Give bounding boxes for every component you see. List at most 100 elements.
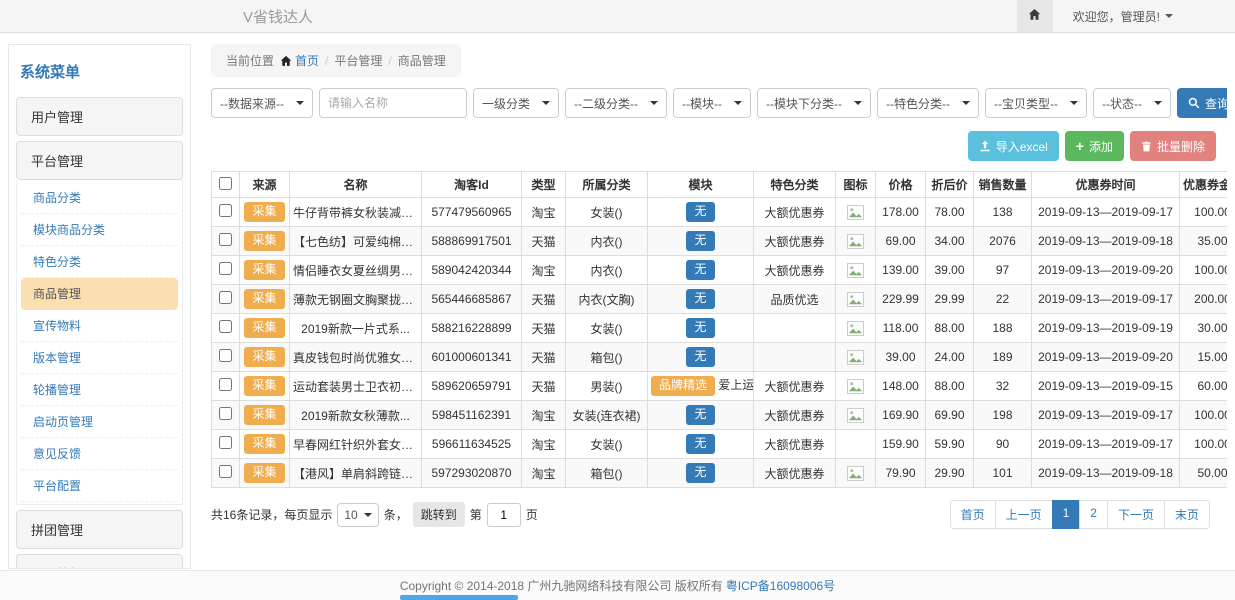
page-button[interactable]: 末页 xyxy=(1164,500,1210,529)
row-checkbox[interactable] xyxy=(219,291,232,304)
cell-type: 天猫 xyxy=(522,314,566,343)
sidebar-group-users[interactable]: 用户管理 xyxy=(16,97,183,136)
filter-select[interactable]: 一级分类 xyxy=(473,88,559,118)
cell-category: 女装() xyxy=(566,430,648,459)
page-button[interactable]: 上一页 xyxy=(995,500,1053,529)
magnifier-icon xyxy=(1188,97,1200,109)
breadcrumb-home-link[interactable]: 首页 xyxy=(280,52,319,69)
chevron-down-icon xyxy=(542,101,550,105)
module-none-badge: 无 xyxy=(686,260,714,280)
table-row: 采集 薄款无钢圈文胸聚拢性... 565446685867 天猫 内衣(文胸) … xyxy=(212,285,1228,314)
row-checkbox[interactable] xyxy=(219,465,232,478)
page-button[interactable]: 1 xyxy=(1052,500,1081,529)
horizontal-scrollbar-thumb[interactable] xyxy=(400,595,518,600)
cell-price: 148.00 xyxy=(876,372,926,401)
cell-taoke-id: 588869917501 xyxy=(422,227,522,256)
cell-type: 淘宝 xyxy=(522,459,566,488)
cell-feature xyxy=(754,343,836,372)
page-button[interactable]: 2 xyxy=(1079,500,1108,529)
batch-delete-button[interactable]: 批量删除 xyxy=(1130,131,1216,161)
home-button[interactable] xyxy=(1017,0,1053,32)
cell-coupon-amount: 30.00 xyxy=(1180,314,1228,343)
table-header-cell xyxy=(212,172,240,198)
sidebar-group[interactable]: 拼团管理 xyxy=(16,510,183,549)
sidebar-subitem[interactable]: 特色分类 xyxy=(21,246,178,278)
row-checkbox[interactable] xyxy=(219,349,232,362)
user-menu[interactable]: 欢迎您，管理员! xyxy=(1053,0,1235,32)
jump-page-input[interactable] xyxy=(487,503,521,527)
sidebar-subitem[interactable]: 模块商品分类 xyxy=(21,214,178,246)
sidebar-subitem[interactable]: 宣传物料 xyxy=(21,310,178,342)
cell-coupon-time: 2019-09-13—2019-09-17 xyxy=(1032,401,1180,430)
cell-taoke-id: 596611634525 xyxy=(422,430,522,459)
cell-name: 真皮钱包时尚优雅女士... xyxy=(290,343,422,372)
breadcrumb-level1: 平台管理 xyxy=(334,52,382,69)
row-checkbox[interactable] xyxy=(219,436,232,449)
cell-discount-price: 24.00 xyxy=(926,343,974,372)
cell-category: 内衣(文胸) xyxy=(566,285,648,314)
cell-category: 女装(连衣裙) xyxy=(566,401,648,430)
cell-sales: 32 xyxy=(974,372,1032,401)
data-source-select[interactable]: --数据来源-- xyxy=(211,88,313,118)
search-button[interactable]: 查询 xyxy=(1177,88,1227,118)
page-layout: 系统菜单 用户管理 平台管理 商品分类 模块商品分类 特色分类 商品管理 宣传物… xyxy=(0,33,1235,569)
cell-price: 159.90 xyxy=(876,430,926,459)
jump-to-button[interactable]: 跳转到 xyxy=(413,502,465,527)
page-button[interactable]: 下一页 xyxy=(1107,500,1165,529)
cell-category: 箱包() xyxy=(566,459,648,488)
filter-select[interactable]: --二级分类-- xyxy=(565,88,667,118)
sidebar-subitem[interactable]: 启动页管理 xyxy=(21,406,178,438)
products-table: 来源 名称 淘客Id 类型 所属分类 模 xyxy=(211,171,1227,488)
filter-select[interactable]: --模块-- xyxy=(673,88,751,118)
row-checkbox[interactable] xyxy=(219,204,232,217)
sidebar-subitem[interactable]: 版本管理 xyxy=(21,342,178,374)
module-none-badge: 无 xyxy=(686,405,714,425)
cell-price: 79.90 xyxy=(876,459,926,488)
page-button[interactable]: 首页 xyxy=(950,500,996,529)
table-header-cell: 模块 xyxy=(648,172,754,198)
row-checkbox[interactable] xyxy=(219,320,232,333)
sidebar-subitem[interactable]: 轮播管理 xyxy=(21,374,178,406)
sidebar-group-platform[interactable]: 平台管理 xyxy=(16,141,183,180)
module-none-badge: 无 xyxy=(686,318,714,338)
name-search-input[interactable] xyxy=(319,88,467,118)
import-excel-button[interactable]: 导入excel xyxy=(968,131,1059,161)
cell-discount-price: 29.90 xyxy=(926,459,974,488)
cell-sales: 22 xyxy=(974,285,1032,314)
filter-select[interactable]: --特色分类-- xyxy=(877,88,979,118)
topbar-right: 欢迎您，管理员! xyxy=(1017,0,1235,32)
cell-coupon-amount: 35.00 xyxy=(1180,227,1228,256)
filter-select[interactable]: --状态-- xyxy=(1093,88,1171,118)
source-badge: 采集 xyxy=(244,376,284,396)
sidebar-subitem[interactable]: 商品分类 xyxy=(21,182,178,214)
sidebar-group[interactable]: 省惠快报 xyxy=(16,554,183,569)
sidebar-subitem[interactable]: 商品管理 xyxy=(21,278,178,310)
add-button[interactable]: + 添加 xyxy=(1065,131,1124,161)
filter-select[interactable]: --宝贝类型-- xyxy=(985,88,1087,118)
cell-coupon-time: 2019-09-13—2019-09-17 xyxy=(1032,430,1180,459)
icp-link[interactable]: 粤ICP备16098006号 xyxy=(726,577,835,594)
cell-taoke-id: 598451162391 xyxy=(422,401,522,430)
cell-name: 2019新款一片式系... xyxy=(290,314,422,343)
row-checkbox[interactable] xyxy=(219,233,232,246)
table-row: 采集 【港风】单肩斜跨链条... 597293020870 淘宝 箱包() 无 … xyxy=(212,459,1228,488)
filter-select[interactable]: --模块下分类-- xyxy=(757,88,871,118)
cell-module: 无 xyxy=(648,256,754,285)
sidebar-subitem[interactable]: 意见反馈 xyxy=(21,438,178,470)
cell-name: 2019新款女秋薄款... xyxy=(290,401,422,430)
cell-coupon-amount: 100.00 xyxy=(1180,430,1228,459)
platform-submenu: 商品分类 模块商品分类 特色分类 商品管理 宣传物料 版本管理 轮播管理 启动页… xyxy=(16,180,183,505)
table-header-cell: 所属分类 xyxy=(566,172,648,198)
per-page-select[interactable]: 10 xyxy=(337,503,378,527)
sidebar-subitem[interactable]: 平台配置 xyxy=(21,470,178,502)
select-all-checkbox[interactable] xyxy=(219,177,232,190)
upload-icon xyxy=(979,140,991,152)
cell-coupon-time: 2019-09-13—2019-09-20 xyxy=(1032,343,1180,372)
cell-feature: 大额优惠券 xyxy=(754,401,836,430)
row-checkbox[interactable] xyxy=(219,378,232,391)
cell-icon xyxy=(836,314,876,343)
cell-type: 天猫 xyxy=(522,343,566,372)
row-checkbox[interactable] xyxy=(219,407,232,420)
product-thumbnail-icon xyxy=(847,263,864,278)
row-checkbox[interactable] xyxy=(219,262,232,275)
